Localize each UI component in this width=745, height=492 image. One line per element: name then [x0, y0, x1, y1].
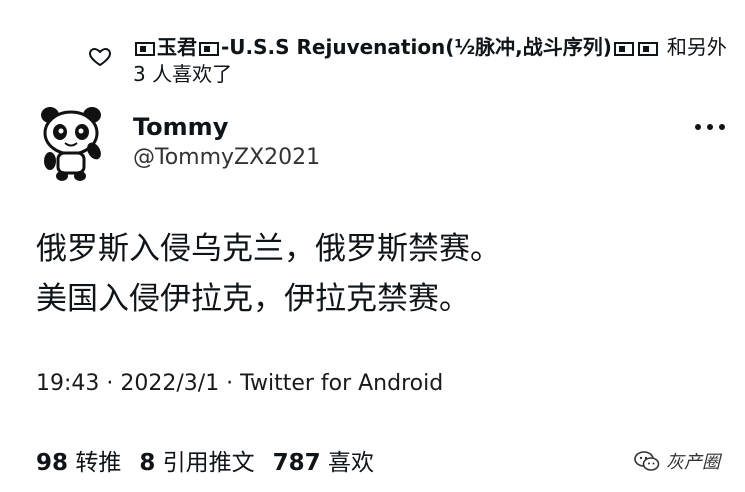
liked-by-name: 玉君 — [157, 35, 197, 59]
tweet-stats: 98 转推 8 引用推文 787 喜欢 — [36, 443, 374, 477]
more-options-icon[interactable] — [695, 124, 725, 132]
flag-icon — [135, 41, 155, 56]
watermark: 灰产圈 — [634, 448, 720, 474]
watermark-text: 灰产圈 — [666, 452, 720, 473]
author-handle[interactable]: @TommyZX2021 — [133, 145, 320, 170]
heart-icon — [89, 47, 111, 67]
flag-icon — [637, 41, 658, 56]
author-name[interactable]: Tommy — [133, 113, 228, 141]
liked-by-banner[interactable]: 玉君 -U.S.S Rejuvenation(½脉冲,战斗序列) 和另外 3 人喜… — [133, 34, 733, 88]
avatar[interactable] — [36, 103, 106, 183]
tweet-timestamp[interactable]: 19:43 · 2022/3/1 · Twitter for Android — [36, 371, 443, 396]
flag-icon — [199, 41, 219, 56]
liked-by-ship: -U.S.S Rejuvenation(½脉冲,战斗序列) — [221, 35, 612, 59]
tweet-text-line-2: 美国入侵伊拉克，伊拉克禁赛。 — [36, 281, 470, 317]
likes-stat[interactable]: 787 喜欢 — [273, 443, 374, 477]
wechat-icon — [634, 451, 660, 471]
tweet-text-line-1: 俄罗斯入侵乌克兰，俄罗斯禁赛。 — [36, 231, 501, 267]
retweets-stat[interactable]: 98 转推 — [36, 443, 121, 477]
quotes-stat[interactable]: 8 引用推文 — [139, 443, 254, 477]
flag-icon — [613, 41, 634, 56]
